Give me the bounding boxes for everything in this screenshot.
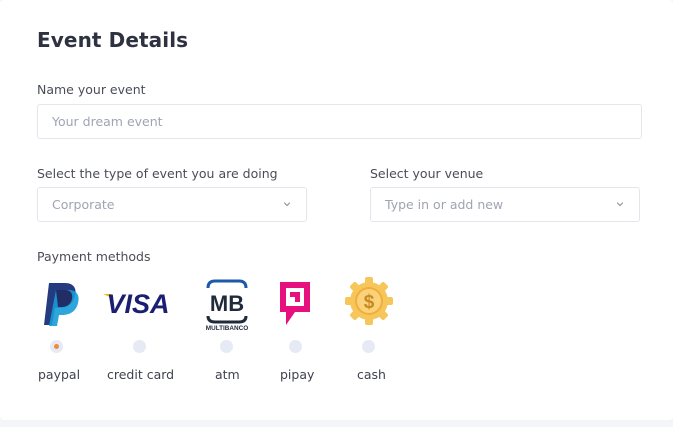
chevron-down-icon [616,202,624,207]
chevron-down-icon [283,202,291,207]
multibanco-text: MULTIBANCO [206,325,249,332]
venue-placeholder: Type in or add new [385,197,504,212]
payment-label-atm: atm [215,367,240,382]
venue-select[interactable]: Type in or add new [370,187,640,222]
mb-text: MB [210,291,244,316]
event-type-value: Corporate [52,197,115,212]
paypal-logo-icon[interactable] [41,281,81,327]
event-type-select[interactable]: Corporate [37,187,307,222]
payment-label-pipay: pipay [280,367,315,382]
payment-label-paypal: paypal [38,367,81,382]
page-title: Event Details [37,28,189,52]
payment-radio-pipay[interactable] [289,340,302,353]
payment-radio-cash[interactable] [362,340,375,353]
cash-coin-icon[interactable]: $ [344,276,394,326]
cash-symbol: $ [364,292,375,313]
payment-label-cash: cash [357,367,386,382]
event-name-label: Name your event [37,82,146,97]
multibanco-logo-icon[interactable]: MB MULTIBANCO [203,278,251,332]
event-type-label: Select the type of event you are doing [37,166,278,181]
payment-label-credit-card: credit card [107,367,175,382]
payment-radio-atm[interactable] [220,340,233,353]
event-details-card: Event Details Name your event Your dream… [0,0,673,420]
event-name-placeholder: Your dream event [52,114,163,129]
payment-radio-paypal[interactable] [50,340,63,353]
venue-label: Select your venue [370,166,484,181]
visa-text: VISA [106,289,169,317]
pipay-logo-icon[interactable] [278,280,312,326]
payment-radio-credit-card[interactable] [133,340,146,353]
payment-methods-label: Payment methods [37,249,151,264]
visa-logo-icon[interactable]: VISA [101,289,175,317]
event-name-input[interactable]: Your dream event [37,104,642,139]
